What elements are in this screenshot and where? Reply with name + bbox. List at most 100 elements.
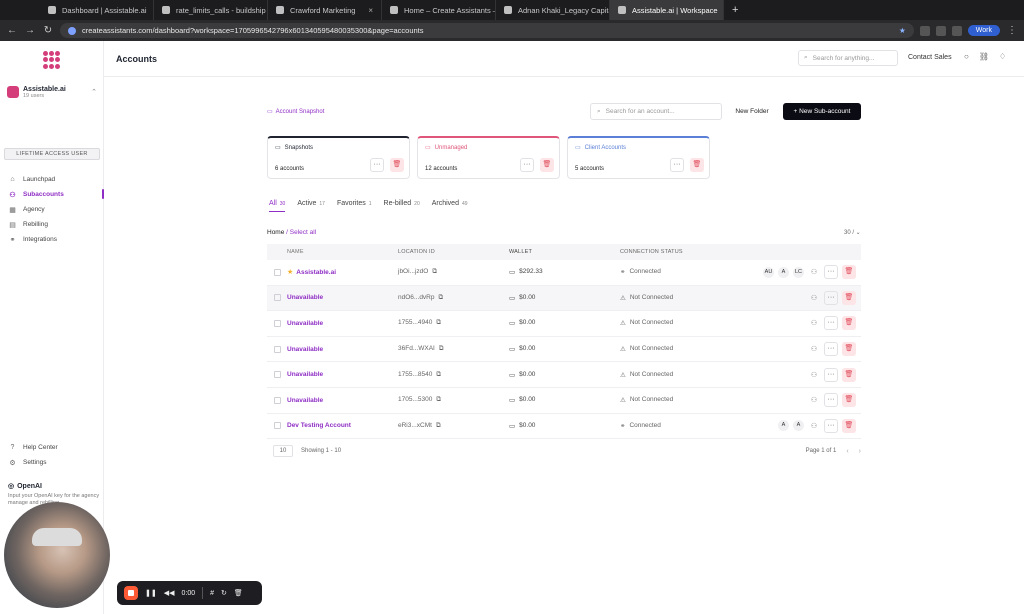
user-badge[interactable]: LC: [793, 266, 804, 278]
per-page-select[interactable]: 30 / ⌄: [844, 229, 861, 236]
row-checkbox[interactable]: [267, 319, 287, 327]
table-row[interactable]: Unavailable 1755...8540 ⧉ ▭ $0.00 ⚠ Not Connec…: [267, 362, 861, 388]
trash-icon[interactable]: 🗑: [390, 158, 404, 172]
assign-user-icon[interactable]: ⚇: [808, 294, 820, 302]
copy-icon[interactable]: ⧉: [439, 345, 444, 353]
app-logo[interactable]: [43, 51, 61, 69]
browser-tab[interactable]: Home – Create Assistants – G×: [382, 0, 496, 20]
assign-user-icon[interactable]: ⚇: [808, 319, 820, 327]
assign-user-icon[interactable]: ⚇: [808, 345, 820, 353]
assign-user-icon[interactable]: ⚇: [808, 422, 820, 430]
trash-icon[interactable]: 🗑: [842, 316, 856, 331]
new-tab-icon[interactable]: +: [724, 4, 738, 16]
assign-user-icon[interactable]: ⚇: [808, 371, 820, 379]
copy-icon[interactable]: ⧉: [436, 422, 441, 430]
account-name[interactable]: Dev Testing Account: [287, 422, 351, 429]
sidebar-item-rebilling[interactable]: ▤ Rebilling: [8, 217, 104, 232]
trash-icon[interactable]: 🗑: [842, 342, 856, 357]
pause-icon[interactable]: ❚❚: [145, 589, 157, 597]
trash-icon[interactable]: 🗑: [842, 367, 856, 382]
bell-icon[interactable]: ♢: [999, 52, 1006, 61]
table-row[interactable]: Unavailable 1755...4940 ⧉ ▭ $0.00 ⚠ Not Connec…: [267, 311, 861, 337]
account-name-cell[interactable]: Dev Testing Account: [287, 422, 398, 429]
account-name[interactable]: Unavailable: [287, 371, 323, 378]
menu-icon[interactable]: ⋮: [1006, 25, 1018, 36]
more-options-icon[interactable]: ···: [824, 265, 838, 280]
more-options-icon[interactable]: ···: [370, 158, 384, 172]
star-icon[interactable]: ★: [287, 268, 293, 276]
table-row[interactable]: Unavailable 36Fd...WXAI ⧉ ▭ $0.00 ⚠ Not Connec…: [267, 337, 861, 363]
account-snapshot-link[interactable]: ▭ Account Snapshot: [267, 108, 324, 116]
account-name-cell[interactable]: Unavailable: [287, 346, 398, 353]
more-options-icon[interactable]: ···: [824, 418, 838, 433]
account-search-input[interactable]: ⌕ Search for an account...: [590, 103, 722, 120]
copy-icon[interactable]: ⧉: [432, 268, 437, 276]
forward-icon[interactable]: →: [24, 25, 36, 36]
account-name[interactable]: Assistable.ai: [296, 269, 336, 276]
assign-user-icon[interactable]: ⚇: [808, 396, 820, 404]
user-badge[interactable]: A: [793, 420, 804, 432]
sidebar-item-subaccounts[interactable]: ⚇ Subaccounts: [8, 187, 104, 202]
account-name-cell[interactable]: Unavailable: [287, 371, 398, 378]
trash-icon[interactable]: 🗑: [842, 290, 856, 305]
account-name-cell[interactable]: Unavailable: [287, 320, 398, 327]
select-all-link[interactable]: / Select all: [286, 229, 316, 236]
account-name[interactable]: Unavailable: [287, 294, 323, 301]
browser-tab[interactable]: Crawford Marketing ×: [268, 0, 382, 20]
link-icon[interactable]: ⛓: [979, 52, 989, 61]
tab-active[interactable]: Active 17: [297, 200, 325, 212]
tab-re-billed[interactable]: Re-billed 20: [384, 200, 420, 212]
account-name[interactable]: Unavailable: [287, 397, 323, 404]
stop-recording-button[interactable]: [124, 586, 138, 600]
browser-tab[interactable]: Adnan Khaki_Legacy Capital×: [496, 0, 610, 20]
browser-tab[interactable]: Assistable.ai | Workspace×: [610, 0, 724, 20]
tab-all[interactable]: All 30: [269, 200, 286, 212]
reload-icon[interactable]: ↻: [42, 25, 54, 36]
tab-archived[interactable]: Archived 49: [432, 200, 468, 212]
sidebar-item-settings[interactable]: ⚙ Settings: [8, 455, 98, 470]
copy-icon[interactable]: ⧉: [436, 371, 441, 379]
chat-icon[interactable]: ○: [964, 52, 969, 61]
contact-sales-button[interactable]: Contact Sales: [908, 54, 952, 61]
folder-card[interactable]: ▭ Unmanaged 12 accounts ··· 🗑: [417, 136, 560, 179]
folder-card[interactable]: ▭ Snapshots 6 accounts ··· 🗑: [267, 136, 410, 179]
puzzle-icon[interactable]: [935, 25, 946, 36]
trash-icon[interactable]: 🗑: [690, 158, 704, 172]
close-icon[interactable]: ×: [368, 6, 373, 15]
copy-icon[interactable]: ⧉: [439, 294, 444, 302]
url-field[interactable]: createassistants.com/dashboard?workspace…: [60, 23, 914, 38]
assign-user-icon[interactable]: ⚇: [808, 268, 820, 276]
table-row[interactable]: Dev Testing Account eRi3...xCMt ⧉ ▭ $0.00 ⚭ Co…: [267, 414, 861, 440]
table-row[interactable]: ★ Assistable.ai jbOi...jzdO ⧉ ▭ $292.33 ⚭ Conne…: [267, 260, 861, 286]
breadcrumb-home[interactable]: Home: [267, 229, 284, 236]
bookmark-star-icon[interactable]: ★: [899, 26, 906, 35]
grid-icon[interactable]: #: [210, 590, 214, 597]
prev-page-icon[interactable]: ‹: [846, 448, 848, 455]
trash-icon[interactable]: 🗑: [842, 393, 856, 408]
trash-icon[interactable]: 🗑: [540, 158, 554, 172]
table-row[interactable]: Unavailable 1705...5300 ⧉ ▭ $0.00 ⚠ Not Connec…: [267, 388, 861, 414]
account-name[interactable]: Unavailable: [287, 346, 323, 353]
row-checkbox[interactable]: [267, 422, 287, 430]
row-checkbox[interactable]: [267, 345, 287, 353]
copy-icon[interactable]: ⧉: [436, 396, 441, 404]
account-name-cell[interactable]: Unavailable: [287, 397, 398, 404]
more-options-icon[interactable]: ···: [824, 367, 838, 382]
rewind-icon[interactable]: ◀◀: [164, 589, 175, 597]
browser-tab[interactable]: rate_limits_calls - buildship×: [154, 0, 268, 20]
lifetime-access-badge[interactable]: LIFETIME ACCESS USER: [4, 148, 100, 160]
trash-icon[interactable]: 🗑: [842, 265, 856, 280]
user-badge[interactable]: A: [778, 266, 789, 278]
new-folder-button[interactable]: New Folder: [728, 103, 776, 120]
account-name-cell[interactable]: ★ Assistable.ai: [287, 268, 398, 277]
table-row[interactable]: Unavailable ndO6...dvRp ⧉ ▭ $0.00 ⚠ Not Connec…: [267, 285, 861, 312]
sidepanel-icon[interactable]: [951, 25, 962, 36]
account-name-cell[interactable]: Unavailable: [287, 294, 398, 301]
more-options-icon[interactable]: ···: [670, 158, 684, 172]
sidebar-item-agency[interactable]: ▦ Agency: [8, 202, 104, 217]
row-checkbox[interactable]: [267, 294, 287, 302]
trash-icon[interactable]: 🗑: [842, 418, 856, 433]
more-options-icon[interactable]: ···: [520, 158, 534, 172]
more-options-icon[interactable]: ···: [824, 342, 838, 357]
workspace-switcher[interactable]: Assistable.ai 19 users ⌃: [4, 82, 100, 102]
